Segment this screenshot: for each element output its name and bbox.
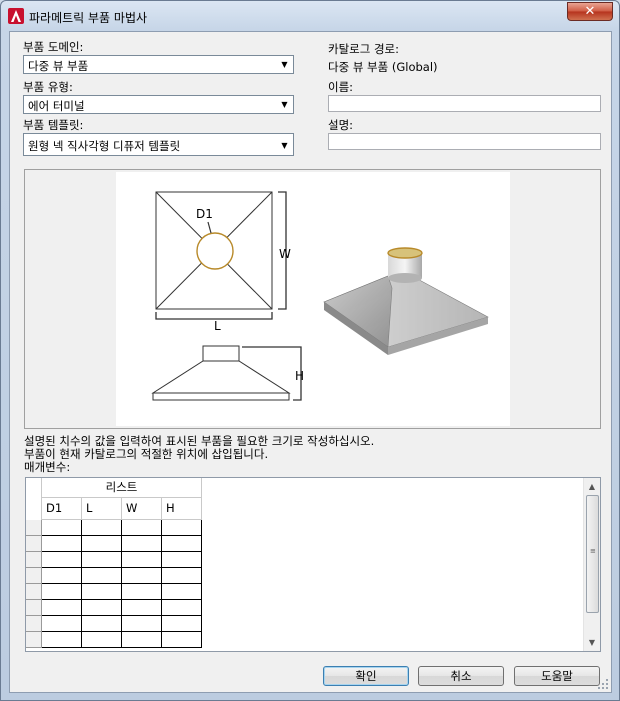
scroll-thumb[interactable]: ≡ xyxy=(586,495,599,613)
help-button[interactable]: 도움말 xyxy=(514,666,600,686)
side-view xyxy=(151,345,291,401)
parameters-label: 매개변수: xyxy=(24,460,71,474)
grid-cell[interactable] xyxy=(82,600,122,616)
column-header-h[interactable]: H xyxy=(162,498,202,520)
grid-cell[interactable] xyxy=(122,568,162,584)
autocad-icon xyxy=(8,8,24,24)
grid-cell[interactable] xyxy=(122,584,162,600)
grid-cell[interactable] xyxy=(82,568,122,584)
cancel-button[interactable]: 취소 xyxy=(418,666,504,686)
grid-cell[interactable] xyxy=(162,552,202,568)
chevron-down-icon: ▼ xyxy=(281,141,288,150)
part-domain-combo[interactable]: 다중 뷰 부품 ▼ xyxy=(23,55,294,74)
grid-cell[interactable] xyxy=(42,552,82,568)
scroll-up-icon[interactable]: ▲ xyxy=(584,478,600,495)
grid-cell[interactable] xyxy=(162,520,202,536)
w-dimension-label: W xyxy=(279,247,291,261)
row-header[interactable] xyxy=(26,520,42,536)
grip-icon: ≡ xyxy=(590,547,596,555)
grid-corner xyxy=(26,478,42,520)
grid-cell[interactable] xyxy=(82,632,122,648)
row-header[interactable] xyxy=(26,568,42,584)
grid-cell[interactable] xyxy=(82,520,122,536)
column-header-d1[interactable]: D1 xyxy=(42,498,82,520)
row-header[interactable] xyxy=(26,616,42,632)
grid-cell[interactable] xyxy=(162,632,202,648)
grid-cell[interactable] xyxy=(162,600,202,616)
resize-grip-icon[interactable] xyxy=(598,679,609,690)
row-header[interactable] xyxy=(26,600,42,616)
preview-panel: D1 W L H xyxy=(24,169,601,429)
close-button[interactable]: ✕ xyxy=(567,2,613,21)
part-template-value: 원형 넥 직사각형 디퓨저 템플릿 xyxy=(28,139,181,153)
dialog-body: 부품 도메인: 다중 뷰 부품 ▼ 부품 유형: 에어 터미널 ▼ 부품 템플릿… xyxy=(9,31,612,693)
dialog-window: 파라메트릭 부품 마법사 ✕ 부품 도메인: 다중 뷰 부품 ▼ 부품 유형: … xyxy=(0,0,620,701)
part-domain-label: 부품 도메인: xyxy=(23,40,84,54)
preview-image: D1 W L H xyxy=(116,172,510,426)
name-input[interactable] xyxy=(328,95,601,112)
grid-cell[interactable] xyxy=(122,600,162,616)
row-header[interactable] xyxy=(26,552,42,568)
chevron-down-icon: ▼ xyxy=(281,60,288,69)
part-template-label: 부품 템플릿: xyxy=(23,118,84,132)
title-bar[interactable]: 파라메트릭 부품 마법사 ✕ xyxy=(1,1,619,31)
column-header-l[interactable]: L xyxy=(82,498,122,520)
ok-button[interactable]: 확인 xyxy=(323,666,409,686)
part-type-label: 부품 유형: xyxy=(23,80,73,94)
catalog-path-label: 카탈로그 경로: xyxy=(328,42,400,56)
grid-cell[interactable] xyxy=(82,552,122,568)
grid-cell[interactable] xyxy=(162,616,202,632)
grid-cell[interactable] xyxy=(122,520,162,536)
neck-circle xyxy=(196,232,234,270)
grid-cell[interactable] xyxy=(122,616,162,632)
diffuser-diagram: D1 W L H xyxy=(151,191,489,401)
window-title: 파라메트릭 부품 마법사 xyxy=(29,11,148,25)
description-input[interactable] xyxy=(328,133,601,150)
l-dimension-label: L xyxy=(214,319,221,333)
row-header[interactable] xyxy=(26,584,42,600)
diffuser-3d-render xyxy=(323,247,489,355)
close-icon: ✕ xyxy=(584,4,596,19)
grid-cell[interactable] xyxy=(162,568,202,584)
part-type-value: 에어 터미널 xyxy=(28,99,85,113)
grid-vertical-scrollbar[interactable]: ▲ ≡ ▼ xyxy=(583,478,600,651)
description-label: 설명: xyxy=(328,118,354,132)
part-domain-value: 다중 뷰 부품 xyxy=(28,59,89,73)
grid-cell[interactable] xyxy=(42,568,82,584)
parameters-grid[interactable]: 리스트 D1 L W H ▲ ≡ ▼ xyxy=(25,477,601,652)
row-header[interactable] xyxy=(26,632,42,648)
grid-group-header: 리스트 xyxy=(42,478,202,498)
h-dimension-label: H xyxy=(295,369,304,383)
chevron-down-icon: ▼ xyxy=(281,100,288,109)
column-header-w[interactable]: W xyxy=(122,498,162,520)
row-header[interactable] xyxy=(26,536,42,552)
grid-cell[interactable] xyxy=(162,536,202,552)
catalog-path-value: 다중 뷰 부품 (Global) xyxy=(328,60,438,74)
grid-cell[interactable] xyxy=(82,536,122,552)
d1-dimension-label: D1 xyxy=(196,207,213,221)
part-template-combo[interactable]: 원형 넥 직사각형 디퓨저 템플릿 ▼ xyxy=(23,133,294,156)
grid-cell[interactable] xyxy=(42,584,82,600)
grid-cell[interactable] xyxy=(42,536,82,552)
grid-cell[interactable] xyxy=(82,584,122,600)
grid-cell[interactable] xyxy=(122,536,162,552)
grid-cell[interactable] xyxy=(42,632,82,648)
name-label: 이름: xyxy=(328,80,354,94)
grid-cell[interactable] xyxy=(42,616,82,632)
grid-cell[interactable] xyxy=(122,632,162,648)
part-type-combo[interactable]: 에어 터미널 ▼ xyxy=(23,95,294,114)
grid-cell[interactable] xyxy=(42,520,82,536)
scroll-down-icon[interactable]: ▼ xyxy=(584,634,600,651)
grid-cell[interactable] xyxy=(162,584,202,600)
grid-cell[interactable] xyxy=(122,552,162,568)
grid-cell[interactable] xyxy=(82,616,122,632)
grid-cell[interactable] xyxy=(42,600,82,616)
